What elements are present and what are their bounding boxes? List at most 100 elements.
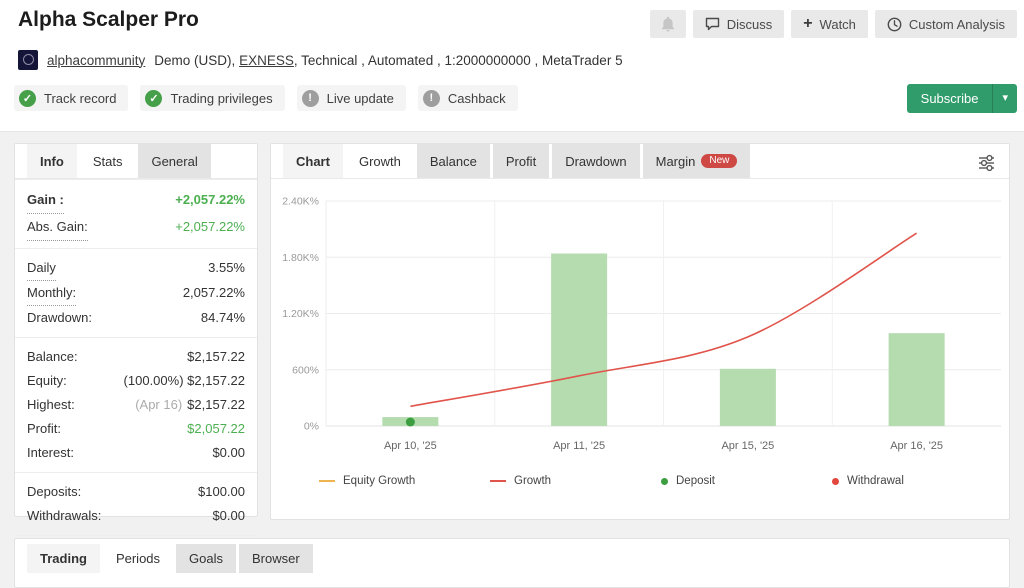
tab-margin[interactable]: Margin New: [643, 144, 751, 178]
tab-chart[interactable]: Chart: [283, 144, 343, 178]
svg-text:Apr 15, '25: Apr 15, '25: [721, 440, 774, 452]
badge-label: Live update: [327, 91, 394, 106]
svg-text:0%: 0%: [304, 421, 319, 433]
stat-value-prefix: (100.00%): [124, 373, 184, 388]
rates-group: Daily 3.55% Monthly: 2,057.22% Drawdown:…: [15, 248, 257, 337]
account-summary-line: alphacommunity Demo (USD), EXNESS, Techn…: [18, 50, 623, 70]
gain-group: Gain : +2,057.22% Abs. Gain: +2,057.22%: [15, 179, 257, 248]
bell-icon: [661, 16, 675, 32]
svg-text:Apr 16, '25: Apr 16, '25: [890, 440, 943, 452]
stat-label: Withdrawals:: [27, 504, 101, 528]
legend-dot-marker: [661, 478, 668, 485]
stat-value: 84.74%: [201, 306, 245, 330]
chart-settings-button[interactable]: [974, 150, 999, 178]
stat-label: Drawdown:: [27, 306, 92, 330]
stats-panel: Info Stats General Gain : +2,057.22% Abs…: [14, 143, 258, 517]
tab-margin-label: Margin: [656, 154, 696, 169]
badge-trading-privileges[interactable]: ✓ Trading privileges: [140, 85, 284, 111]
stat-label[interactable]: Monthly:: [27, 281, 76, 306]
stat-label[interactable]: Abs. Gain:: [27, 214, 88, 241]
badge-live-update[interactable]: ! Live update: [297, 85, 406, 111]
header-actions: Discuss + Watch Custom Analysis: [650, 10, 1017, 38]
discuss-label: Discuss: [727, 17, 773, 32]
bottom-tabs: Trading Periods Goals Browser: [15, 539, 1009, 573]
legend-item-growth[interactable]: Growth: [490, 475, 661, 487]
account-meta-text: , Technical , Automated , 1:2000000000 ,…: [294, 53, 623, 68]
svg-text:1.20K%: 1.20K%: [282, 308, 319, 320]
legend-label: Growth: [514, 475, 551, 487]
chart-tabs: Chart Growth Balance Profit Drawdown Mar…: [271, 144, 1009, 179]
new-badge: New: [701, 154, 737, 168]
chevron-down-icon[interactable]: ▾: [992, 84, 1017, 113]
watch-button[interactable]: + Watch: [791, 10, 868, 38]
notifications-button[interactable]: [650, 10, 686, 38]
legend-label: Equity Growth: [343, 475, 415, 487]
subscribe-button[interactable]: Subscribe ▾: [907, 84, 1017, 113]
stat-row-abs-gain: Abs. Gain: +2,057.22%: [27, 214, 245, 241]
tab-general[interactable]: General: [138, 144, 210, 178]
stat-value: $2,157.22: [187, 345, 245, 369]
page-header: Alpha Scalper Pro Discuss + Watch Custom…: [0, 0, 1024, 132]
stat-row-deposits: Deposits: $100.00: [27, 480, 245, 504]
stats-tabs: Info Stats General: [15, 144, 257, 179]
stat-value-prefix: (Apr 16): [135, 397, 182, 412]
discuss-button[interactable]: Discuss: [693, 10, 785, 38]
stat-row-highest: Highest: (Apr 16)$2,157.22: [27, 393, 245, 417]
legend-dot-marker: [832, 478, 839, 485]
svg-text:600%: 600%: [292, 364, 319, 376]
account-owner-link[interactable]: alphacommunity: [47, 53, 145, 68]
account-details: Demo (USD), EXNESS, Technical , Automate…: [154, 53, 622, 68]
stat-label[interactable]: Gain :: [27, 187, 64, 214]
svg-text:Apr 10, '25: Apr 10, '25: [384, 440, 437, 452]
stat-row-profit: Profit: $2,057.22: [27, 417, 245, 441]
tab-growth[interactable]: Growth: [346, 144, 414, 178]
stat-value: 2,057.22%: [183, 281, 245, 305]
stat-row-withdrawals: Withdrawals: $0.00: [27, 504, 245, 528]
stat-value: (Apr 16)$2,157.22: [135, 393, 245, 417]
legend-line-marker: [490, 480, 506, 482]
tab-balance[interactable]: Balance: [417, 144, 490, 178]
bottom-panel: Trading Periods Goals Browser: [14, 538, 1010, 588]
stat-value: $2,057.22: [187, 417, 245, 441]
tab-drawdown[interactable]: Drawdown: [552, 144, 639, 178]
stat-row-balance: Balance: $2,157.22: [27, 345, 245, 369]
account-avatar[interactable]: [18, 50, 38, 70]
chart-legend: Equity Growth Growth Deposit Withdrawal: [271, 475, 1009, 487]
stat-row-monthly: Monthly: 2,057.22%: [27, 281, 245, 306]
subscribe-label: Subscribe: [907, 91, 993, 106]
tab-trading[interactable]: Trading: [27, 544, 100, 573]
stat-label[interactable]: Daily: [27, 256, 56, 281]
svg-text:Apr 11, '25: Apr 11, '25: [553, 440, 605, 452]
tab-goals[interactable]: Goals: [176, 544, 236, 573]
check-icon: ✓: [145, 90, 162, 107]
stat-value: $100.00: [198, 480, 245, 504]
stat-value: +2,057.22%: [175, 187, 245, 213]
broker-link[interactable]: EXNESS: [239, 53, 294, 68]
tab-info[interactable]: Info: [27, 144, 77, 178]
watch-label: Watch: [820, 17, 856, 32]
legend-item-deposit[interactable]: Deposit: [661, 475, 832, 487]
growth-chart: 2.40K%1.80K%1.20K%600%0%Apr 10, '25Apr 1…: [271, 179, 1007, 471]
verification-badges: ✓ Track record ✓ Trading privileges ! Li…: [14, 85, 518, 111]
stat-value: +2,057.22%: [175, 214, 245, 240]
stat-label: Highest:: [27, 393, 75, 417]
stat-value: $0.00: [212, 441, 245, 465]
tab-browser[interactable]: Browser: [239, 544, 313, 573]
clock-icon: [887, 17, 902, 32]
tab-periods[interactable]: Periods: [103, 544, 173, 573]
tab-stats[interactable]: Stats: [80, 144, 136, 178]
badge-label: Trading privileges: [170, 91, 272, 106]
legend-item-withdrawal[interactable]: Withdrawal: [832, 475, 1003, 487]
page: Alpha Scalper Pro Discuss + Watch Custom…: [0, 0, 1024, 588]
custom-analysis-button[interactable]: Custom Analysis: [875, 10, 1017, 38]
page-title: Alpha Scalper Pro: [18, 8, 199, 32]
legend-line-marker: [319, 480, 335, 482]
stat-label: Profit:: [27, 417, 61, 441]
badge-track-record[interactable]: ✓ Track record: [14, 85, 128, 111]
legend-item-equity-growth[interactable]: Equity Growth: [319, 475, 490, 487]
chart-panel: Chart Growth Balance Profit Drawdown Mar…: [270, 143, 1010, 520]
badge-cashback[interactable]: ! Cashback: [418, 85, 518, 111]
stat-label: Deposits:: [27, 480, 81, 504]
balance-group: Balance: $2,157.22 Equity: (100.00%) $2,…: [15, 337, 257, 472]
tab-profit[interactable]: Profit: [493, 144, 549, 178]
